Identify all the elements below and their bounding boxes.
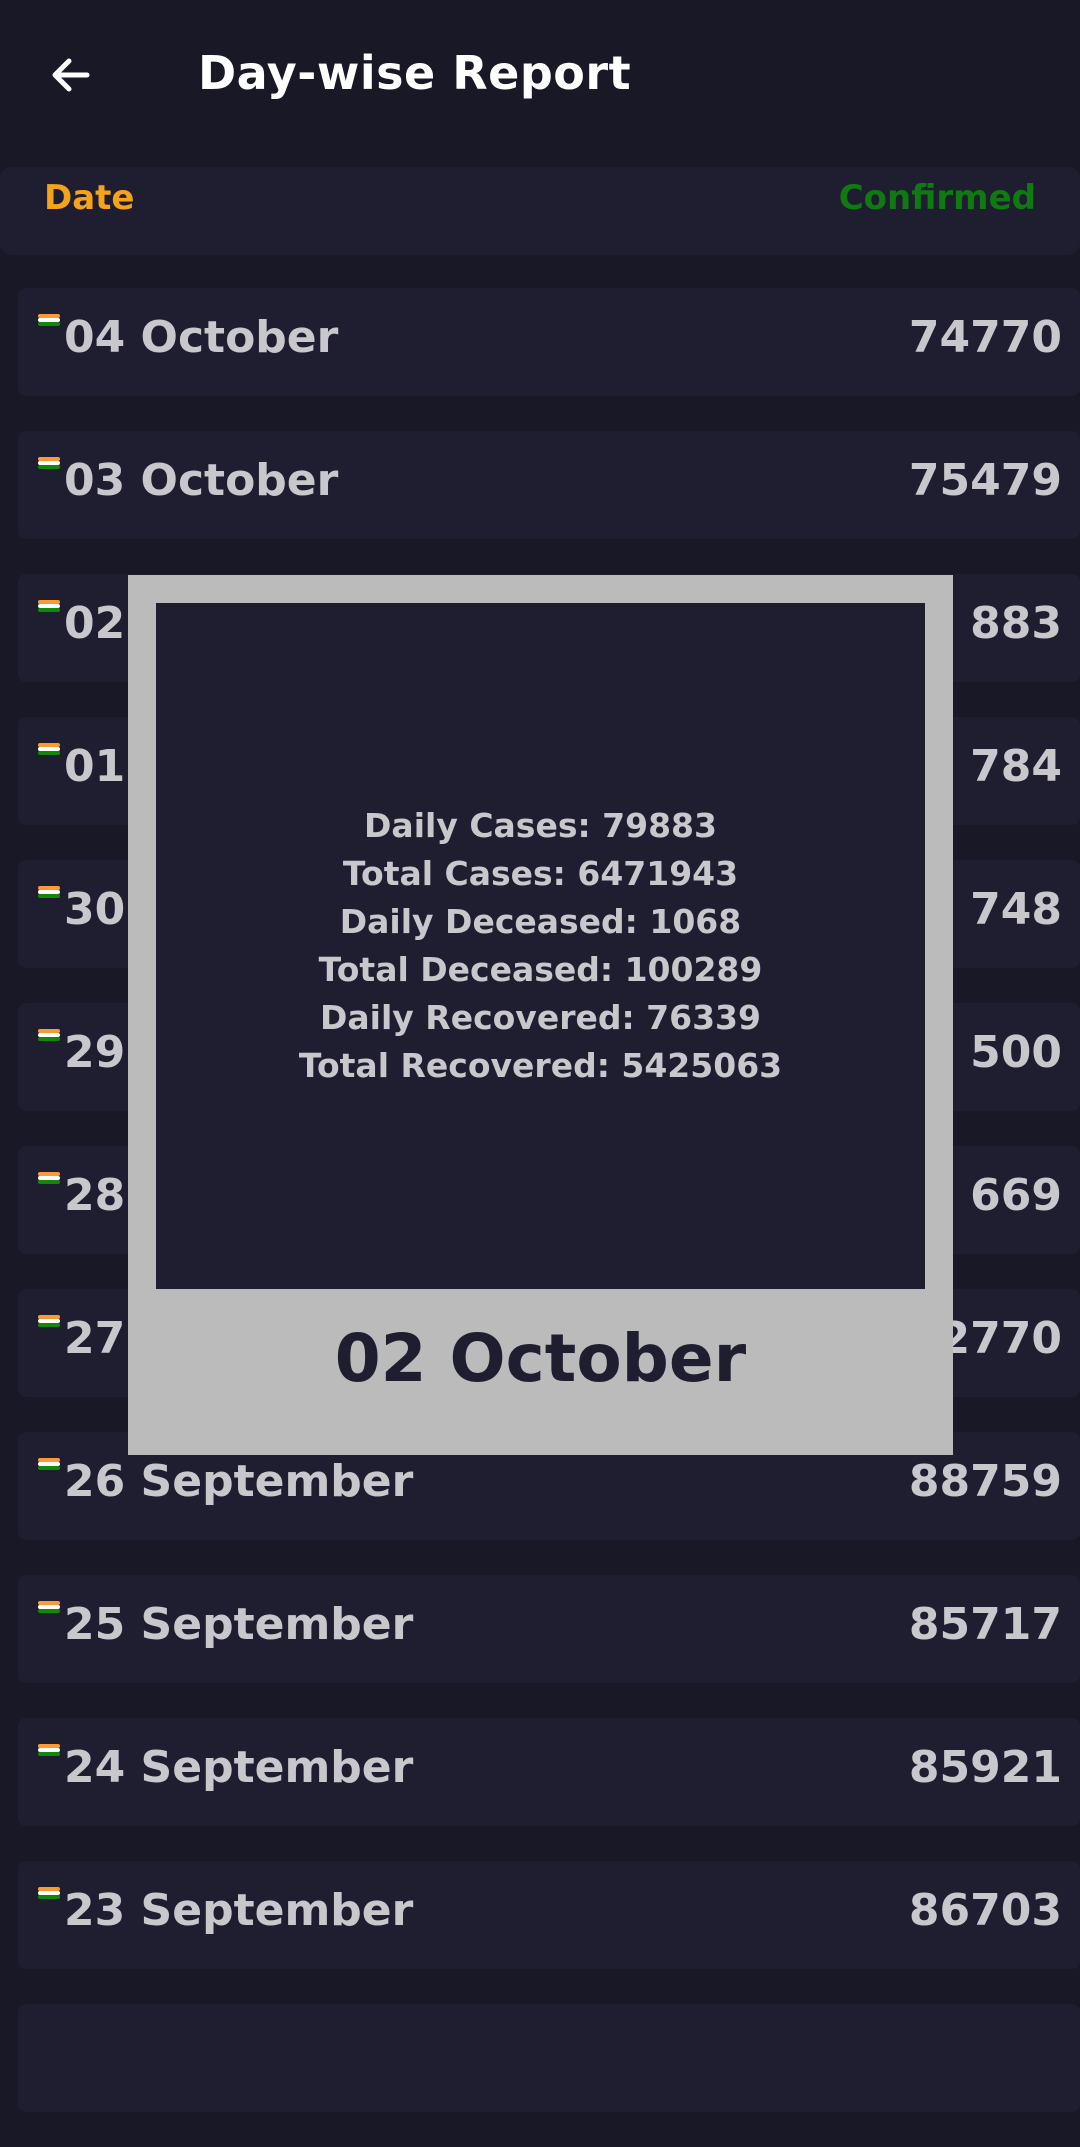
row-date: 30 bbox=[64, 884, 126, 935]
list-item[interactable]: 25 September 85717 bbox=[18, 1575, 1080, 1683]
row-confirmed: 784 bbox=[970, 741, 1062, 792]
day-stats-panel: Daily Cases: 79883 Total Cases: 6471943 … bbox=[156, 603, 925, 1289]
daily-deceased-text: Daily Deceased: 1068 bbox=[339, 902, 742, 941]
total-cases-text: Total Cases: 6471943 bbox=[342, 854, 739, 893]
india-flag-icon bbox=[38, 600, 60, 612]
row-date: 28 bbox=[64, 1170, 126, 1221]
india-flag-icon bbox=[38, 1172, 60, 1184]
row-date: 25 September bbox=[64, 1599, 414, 1650]
india-flag-icon bbox=[38, 743, 60, 755]
row-confirmed: 86703 bbox=[908, 1885, 1062, 1936]
row-date: 29 bbox=[64, 1027, 126, 1078]
list-item[interactable]: 23 September 86703 bbox=[18, 1861, 1080, 1969]
list-item[interactable]: 24 September 85921 bbox=[18, 1718, 1080, 1826]
row-confirmed: 669 bbox=[970, 1170, 1062, 1221]
row-date: 27 bbox=[64, 1313, 126, 1364]
confirmed-column-header: Confirmed bbox=[838, 178, 1036, 218]
app-bar: Day-wise Report bbox=[0, 0, 1080, 156]
row-confirmed: 500 bbox=[970, 1027, 1062, 1078]
daily-cases-text: Daily Cases: 79883 bbox=[364, 806, 717, 845]
row-confirmed: 2770 bbox=[939, 1313, 1062, 1364]
row-date: 24 September bbox=[64, 1742, 414, 1793]
row-confirmed: 85717 bbox=[908, 1599, 1062, 1650]
row-confirmed: 85921 bbox=[908, 1742, 1062, 1793]
india-flag-icon bbox=[38, 1887, 60, 1899]
date-column-header: Date bbox=[44, 178, 135, 218]
list-item[interactable] bbox=[18, 2004, 1080, 2112]
back-button[interactable] bbox=[36, 40, 106, 110]
arrow-left-icon bbox=[52, 58, 90, 92]
india-flag-icon bbox=[38, 1315, 60, 1327]
page-title: Day-wise Report bbox=[198, 46, 632, 100]
day-detail-popup[interactable]: Daily Cases: 79883 Total Cases: 6471943 … bbox=[128, 575, 953, 1455]
row-date: 04 October bbox=[64, 312, 339, 363]
india-flag-icon bbox=[38, 457, 60, 469]
row-date: 26 September bbox=[64, 1456, 414, 1507]
india-flag-icon bbox=[38, 314, 60, 326]
india-flag-icon bbox=[38, 1029, 60, 1041]
total-recovered-text: Total Recovered: 5425063 bbox=[298, 1046, 783, 1085]
list-item[interactable]: 04 October 74770 bbox=[18, 288, 1080, 396]
popup-date: 02 October bbox=[334, 1320, 747, 1397]
list-item[interactable]: 03 October 75479 bbox=[18, 431, 1080, 539]
row-date: 02 bbox=[64, 598, 126, 649]
india-flag-icon bbox=[38, 1458, 60, 1470]
row-confirmed: 75479 bbox=[908, 455, 1062, 506]
india-flag-icon bbox=[38, 1601, 60, 1613]
row-confirmed: 74770 bbox=[908, 312, 1062, 363]
row-date: 03 October bbox=[64, 455, 339, 506]
row-confirmed: 88759 bbox=[908, 1456, 1062, 1507]
total-deceased-text: Total Deceased: 100289 bbox=[318, 950, 763, 989]
india-flag-icon bbox=[38, 886, 60, 898]
row-confirmed: 883 bbox=[970, 598, 1062, 649]
row-confirmed: 748 bbox=[970, 884, 1062, 935]
india-flag-icon bbox=[38, 1744, 60, 1756]
row-date: 23 September bbox=[64, 1885, 414, 1936]
daily-recovered-text: Daily Recovered: 76339 bbox=[320, 998, 761, 1037]
